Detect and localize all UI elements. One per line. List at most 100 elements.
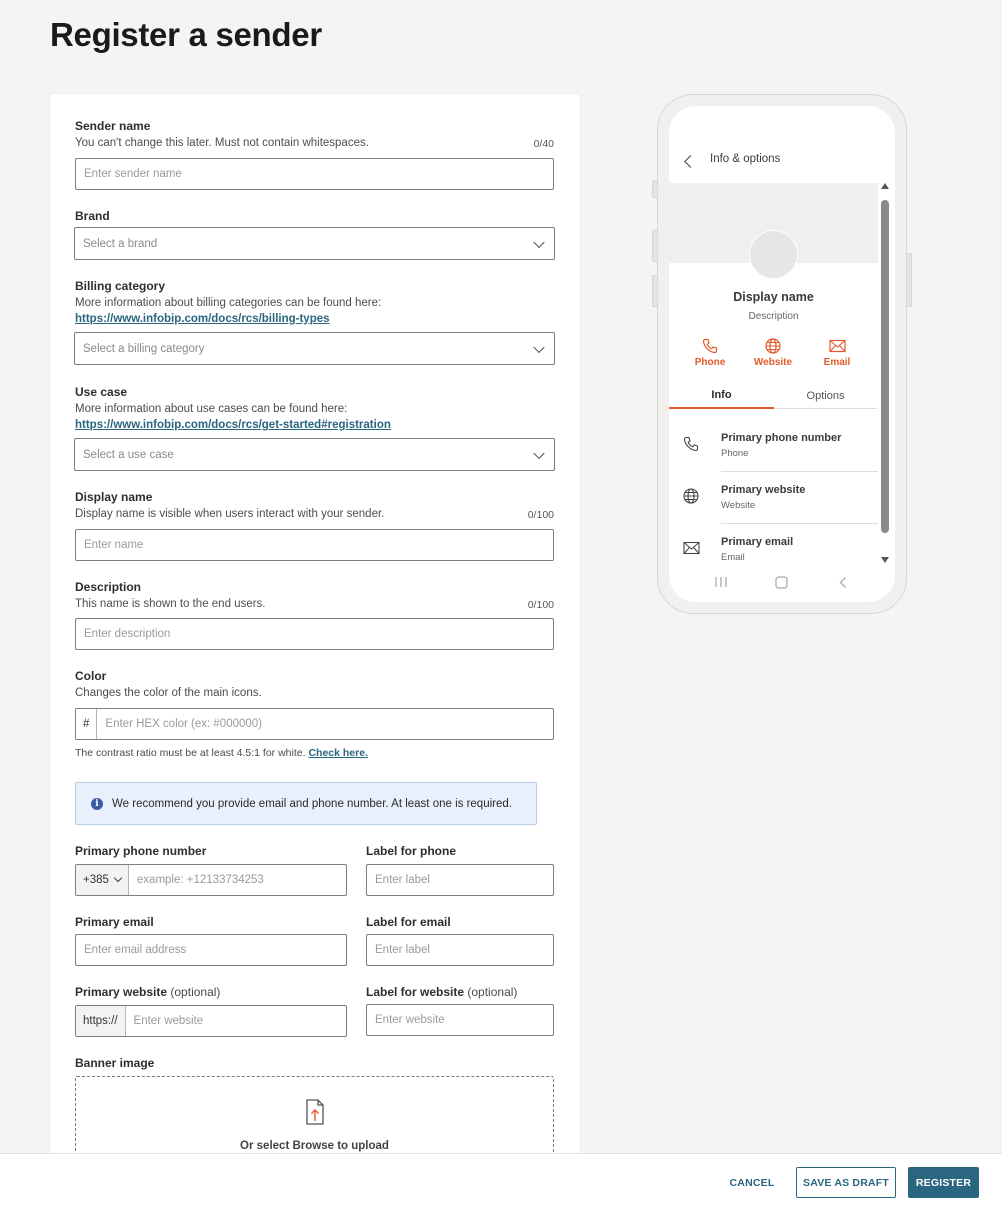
contrast-note: The contrast ratio must be at least 4.5:… <box>75 747 368 759</box>
row-subtitle: Phone <box>721 448 749 459</box>
description-help: This name is shown to the end users. <box>75 598 266 610</box>
display-name-label: Display name <box>75 490 153 504</box>
brand-select-placeholder: Select a brand <box>83 237 158 250</box>
preview-header: Info & options <box>669 106 895 181</box>
description-label: Description <box>75 580 142 594</box>
row-title: Primary phone number <box>721 432 842 444</box>
tab-info[interactable]: Info <box>669 383 774 409</box>
sender-name-help: You can't change this later. Must not co… <box>75 137 369 149</box>
billing-category-label: Billing category <box>75 279 166 293</box>
color-label: Color <box>75 669 107 683</box>
row-subtitle: Website <box>721 500 756 511</box>
use-case-placeholder: Select a use case <box>83 448 174 461</box>
https-prefix: https:// <box>76 1006 126 1036</box>
website-label-optional: (optional) <box>467 985 518 999</box>
envelope-icon <box>828 339 846 353</box>
phone-screen: Info & options Display name Description … <box>669 106 895 602</box>
display-name-help: Display name is visible when users inter… <box>75 508 385 520</box>
row-title: Primary website <box>721 484 806 496</box>
phone-field: +385 <box>75 864 347 896</box>
phone-icon <box>702 338 718 354</box>
chevron-down-icon <box>533 447 545 459</box>
check-here-link[interactable]: Check here. <box>308 747 368 759</box>
brand-label: Brand <box>75 209 110 223</box>
preview-display-name: Display name <box>733 290 814 304</box>
website-label-text: Primary website <box>75 985 168 999</box>
phone-icon <box>683 436 699 452</box>
globe-icon <box>765 338 781 354</box>
brand-select[interactable]: Select a brand <box>74 227 555 260</box>
info-banner-text: We recommend you provide email and phone… <box>112 797 512 810</box>
preview-description: Description <box>748 311 799 322</box>
description-input[interactable] <box>84 619 553 649</box>
country-code-select[interactable]: +385 <box>76 865 129 895</box>
upload-file-icon <box>306 1099 324 1125</box>
cancel-button[interactable]: CANCEL <box>720 1167 784 1198</box>
email-label-input[interactable] <box>375 935 553 965</box>
preview-tabs: Info Options <box>669 383 877 409</box>
row-title: Primary email <box>721 536 794 548</box>
website-optional: (optional) <box>170 985 221 999</box>
preview-action-label: Phone <box>694 357 726 368</box>
display-name-input[interactable] <box>84 530 553 560</box>
recent-apps-icon <box>715 577 727 587</box>
website-label-label-text: Label for website <box>366 985 465 999</box>
row-subtitle: Email <box>721 552 745 563</box>
website-label-input[interactable] <box>375 1005 553 1035</box>
phone-input[interactable] <box>136 865 346 895</box>
chevron-down-icon <box>533 236 545 248</box>
info-icon: i <box>91 797 103 810</box>
preview-header-title: Info & options <box>710 153 781 165</box>
scroll-thumb[interactable] <box>881 200 889 533</box>
page-title: Register a sender <box>50 16 322 53</box>
billing-category-help: More information about billing categorie… <box>75 297 382 309</box>
description-field <box>75 618 554 650</box>
globe-icon <box>683 488 699 504</box>
website-label-label: Label for website (optional) <box>366 985 517 999</box>
register-form: Sender name You can't change this later.… <box>50 94 580 1164</box>
register-button[interactable]: REGISTER <box>908 1167 979 1198</box>
list-item: Primary phone number Phone <box>669 420 878 472</box>
sender-name-label: Sender name <box>75 119 151 133</box>
chevron-down-icon <box>533 341 545 353</box>
preview-scrollbar[interactable] <box>880 183 890 563</box>
phone-label-input[interactable] <box>375 865 553 895</box>
use-case-select[interactable]: Select a use case <box>74 438 555 471</box>
footer-bar: CANCEL SAVE AS DRAFT REGISTER <box>0 1153 1002 1205</box>
preview-action-phone: Phone <box>685 338 735 368</box>
email-label-label: Label for email <box>366 915 451 929</box>
email-label: Primary email <box>75 915 154 929</box>
color-input[interactable] <box>105 709 553 739</box>
banner-upload-dropzone[interactable]: Or select Browse to upload <box>75 1076 554 1164</box>
sender-name-field <box>75 158 554 190</box>
android-nav-bar <box>669 572 895 592</box>
phone-label-label: Label for phone <box>366 844 456 858</box>
phone-preview: Info & options Display name Description … <box>657 94 907 614</box>
country-code-value: +385 <box>83 874 109 886</box>
back-icon <box>839 577 846 588</box>
billing-category-select[interactable]: Select a billing category <box>74 332 555 365</box>
tab-options[interactable]: Options <box>774 383 877 409</box>
color-field: # <box>75 708 554 740</box>
display-name-counter: 0/100 <box>527 509 554 521</box>
billing-category-placeholder: Select a billing category <box>83 342 205 355</box>
display-name-field <box>75 529 554 561</box>
list-item: Primary website Website <box>669 472 878 524</box>
billing-types-link[interactable]: https://www.infobip.com/docs/rcs/billing… <box>75 313 330 325</box>
back-chevron-icon <box>684 155 697 168</box>
email-label-field <box>366 934 554 966</box>
email-input[interactable] <box>84 935 346 965</box>
description-counter: 0/100 <box>527 599 554 611</box>
scroll-up-icon[interactable] <box>881 183 889 189</box>
preview-action-website: Website <box>748 338 798 368</box>
save-as-draft-button[interactable]: SAVE AS DRAFT <box>796 1167 896 1198</box>
website-input[interactable] <box>133 1006 346 1036</box>
banner-image-label: Banner image <box>75 1056 155 1070</box>
envelope-icon <box>683 541 700 555</box>
preview-action-label: Website <box>753 357 793 368</box>
sender-name-input[interactable] <box>84 159 553 189</box>
chevron-down-icon <box>113 873 123 883</box>
scroll-down-icon[interactable] <box>881 557 889 563</box>
registration-link[interactable]: https://www.infobip.com/docs/rcs/get-sta… <box>75 419 391 431</box>
avatar <box>749 230 798 279</box>
